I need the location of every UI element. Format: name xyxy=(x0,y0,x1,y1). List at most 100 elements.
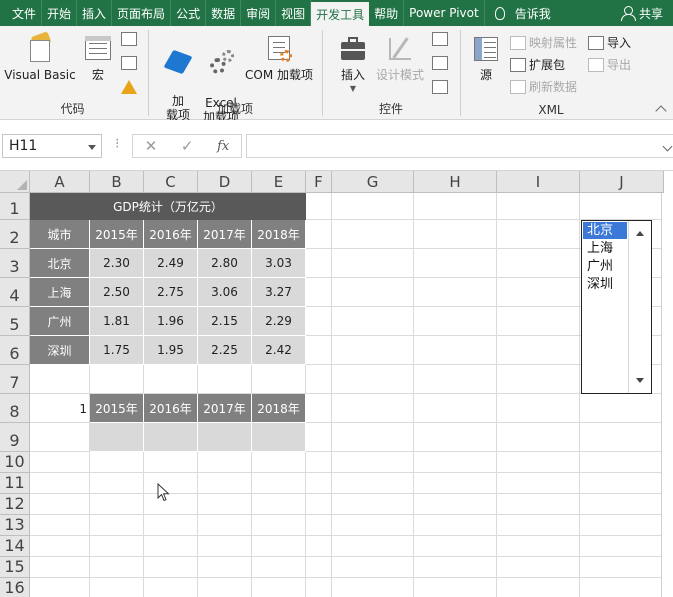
data-cell[interactable]: 3.06 xyxy=(198,278,252,307)
data-cell[interactable]: 1.96 xyxy=(144,307,198,336)
row-header-6[interactable]: 6 xyxy=(0,336,30,365)
column-header-d[interactable]: D xyxy=(198,171,252,193)
column-header-j[interactable]: J xyxy=(580,171,664,193)
listbox-item[interactable]: 广州 xyxy=(583,258,627,275)
table-header-cell[interactable]: 2016年 xyxy=(144,220,198,249)
tab-developer[interactable]: 开发工具 xyxy=(311,2,370,26)
table-header-cell[interactable]: 2015年 xyxy=(90,220,144,249)
row-header-3[interactable]: 3 xyxy=(0,249,30,278)
listbox-item[interactable]: 北京 xyxy=(583,222,627,239)
city-label-cell[interactable]: 北京 xyxy=(30,249,90,278)
resize-handle-icon[interactable]: ⁝ xyxy=(115,136,119,152)
tab-power-pivot[interactable]: Power Pivot xyxy=(404,0,485,26)
column-header-f[interactable]: F xyxy=(306,171,332,193)
visual-basic-button[interactable]: Visual Basic xyxy=(4,31,76,82)
record-macro-button[interactable] xyxy=(121,32,140,46)
table-header-cell[interactable]: 2017年 xyxy=(198,220,252,249)
row-header-7[interactable]: 7 xyxy=(0,365,30,394)
macros-button[interactable]: 宏 xyxy=(80,34,116,82)
listbox-scrollbar[interactable] xyxy=(628,221,651,393)
lookup-header-cell[interactable]: 2017年 xyxy=(198,394,252,423)
tab-page-layout[interactable]: 页面布局 xyxy=(112,0,172,26)
data-cell[interactable]: 2.29 xyxy=(252,307,306,336)
row-header-4[interactable]: 4 xyxy=(0,278,30,307)
row-header-15[interactable]: 15 xyxy=(0,557,30,578)
export-button[interactable]: 导出 xyxy=(588,56,631,73)
lookup-value-cell[interactable] xyxy=(144,423,198,452)
tab-review[interactable]: 审阅 xyxy=(241,0,277,26)
row-header-16[interactable]: 16 xyxy=(0,578,30,597)
share-button[interactable]: 共享 xyxy=(616,0,673,26)
row-header-8[interactable]: 8 xyxy=(0,394,30,423)
table-header-cell[interactable]: 城市 xyxy=(30,220,90,249)
insert-function-icon[interactable]: fx xyxy=(217,139,229,154)
scroll-up-icon[interactable] xyxy=(636,231,644,236)
collapse-ribbon-icon[interactable] xyxy=(655,105,667,117)
properties-button[interactable] xyxy=(432,32,451,46)
data-cell[interactable]: 2.50 xyxy=(90,278,144,307)
data-cell[interactable]: 2.75 xyxy=(144,278,198,307)
data-cell[interactable]: 3.27 xyxy=(252,278,306,307)
listbox-item[interactable]: 深圳 xyxy=(583,276,627,293)
column-header-i[interactable]: I xyxy=(497,171,580,193)
com-addins-button[interactable]: COM 加载项 xyxy=(242,34,316,82)
data-cell[interactable]: 2.30 xyxy=(90,249,144,278)
row-header-2[interactable]: 2 xyxy=(0,220,30,249)
data-cell[interactable]: 1.95 xyxy=(144,336,198,365)
row-header-5[interactable]: 5 xyxy=(0,307,30,336)
column-header-h[interactable]: H xyxy=(414,171,497,193)
view-code-button[interactable] xyxy=(432,56,451,70)
map-properties-button[interactable]: 映射属性 xyxy=(510,34,577,51)
lookup-index-cell[interactable]: 1 xyxy=(30,394,90,423)
lookup-header-cell[interactable]: 2016年 xyxy=(144,394,198,423)
lookup-value-cell[interactable] xyxy=(252,423,306,452)
row-header-11[interactable]: 11 xyxy=(0,473,30,494)
run-dialog-button[interactable] xyxy=(432,80,451,94)
column-header-a[interactable]: A xyxy=(30,171,90,193)
formula-input[interactable] xyxy=(246,134,673,158)
data-cell[interactable]: 3.03 xyxy=(252,249,306,278)
relative-reference-button[interactable] xyxy=(121,56,140,70)
city-label-cell[interactable]: 广州 xyxy=(30,307,90,336)
chevron-down-icon[interactable] xyxy=(88,145,96,150)
lookup-header-cell[interactable]: 2015年 xyxy=(90,394,144,423)
lookup-value-cell[interactable] xyxy=(90,423,144,452)
cancel-icon[interactable]: ✕ xyxy=(145,137,158,155)
tell-me-box[interactable]: 告诉我 xyxy=(485,0,556,26)
tab-file[interactable]: 文件 xyxy=(0,0,43,26)
data-cell[interactable]: 2.80 xyxy=(198,249,252,278)
data-cell[interactable]: 2.42 xyxy=(252,336,306,365)
column-header-c[interactable]: C xyxy=(144,171,198,193)
expansion-packs-button[interactable]: 扩展包 xyxy=(510,56,565,73)
lookup-header-cell[interactable]: 2018年 xyxy=(252,394,306,423)
column-header-g[interactable]: G xyxy=(332,171,414,193)
column-header-e[interactable]: E xyxy=(252,171,306,193)
data-cell[interactable]: 2.25 xyxy=(198,336,252,365)
data-cell[interactable]: 2.15 xyxy=(198,307,252,336)
worksheet-grid[interactable]: ABCDEFGHIJ 1 2 3 4 5 6 7 8 9 10 11 12 13 14 15 16 GDP统计… xyxy=(0,171,673,597)
refresh-data-button[interactable]: 刷新数据 xyxy=(510,78,577,95)
tab-help[interactable]: 帮助 xyxy=(369,0,405,26)
row-header-14[interactable]: 14 xyxy=(0,536,30,557)
macro-security-button[interactable] xyxy=(121,80,137,94)
row-header-10[interactable]: 10 xyxy=(0,452,30,473)
scroll-down-icon[interactable] xyxy=(636,378,644,383)
table-title-cell[interactable]: GDP统计（万亿元） xyxy=(30,193,306,220)
city-label-cell[interactable]: 上海 xyxy=(30,278,90,307)
row-header-12[interactable]: 12 xyxy=(0,494,30,515)
insert-control-button[interactable]: 插入 ▼ xyxy=(336,34,370,96)
design-mode-button[interactable]: 设计模式 xyxy=(372,34,428,82)
listbox-item[interactable]: 上海 xyxy=(583,240,627,257)
tab-formulas[interactable]: 公式 xyxy=(171,0,207,26)
tab-home[interactable]: 开始 xyxy=(42,0,78,26)
data-cell[interactable]: 1.75 xyxy=(90,336,144,365)
select-all-button[interactable] xyxy=(0,171,30,193)
enter-icon[interactable]: ✓ xyxy=(181,137,194,155)
tab-view[interactable]: 视图 xyxy=(276,0,312,26)
city-listbox[interactable]: 北京 上海 广州 深圳 xyxy=(581,220,652,394)
table-header-cell[interactable]: 2018年 xyxy=(252,220,306,249)
row-header-9[interactable]: 9 xyxy=(0,423,30,452)
data-cell[interactable]: 1.81 xyxy=(90,307,144,336)
row-header-13[interactable]: 13 xyxy=(0,515,30,536)
tab-data[interactable]: 数据 xyxy=(206,0,242,26)
